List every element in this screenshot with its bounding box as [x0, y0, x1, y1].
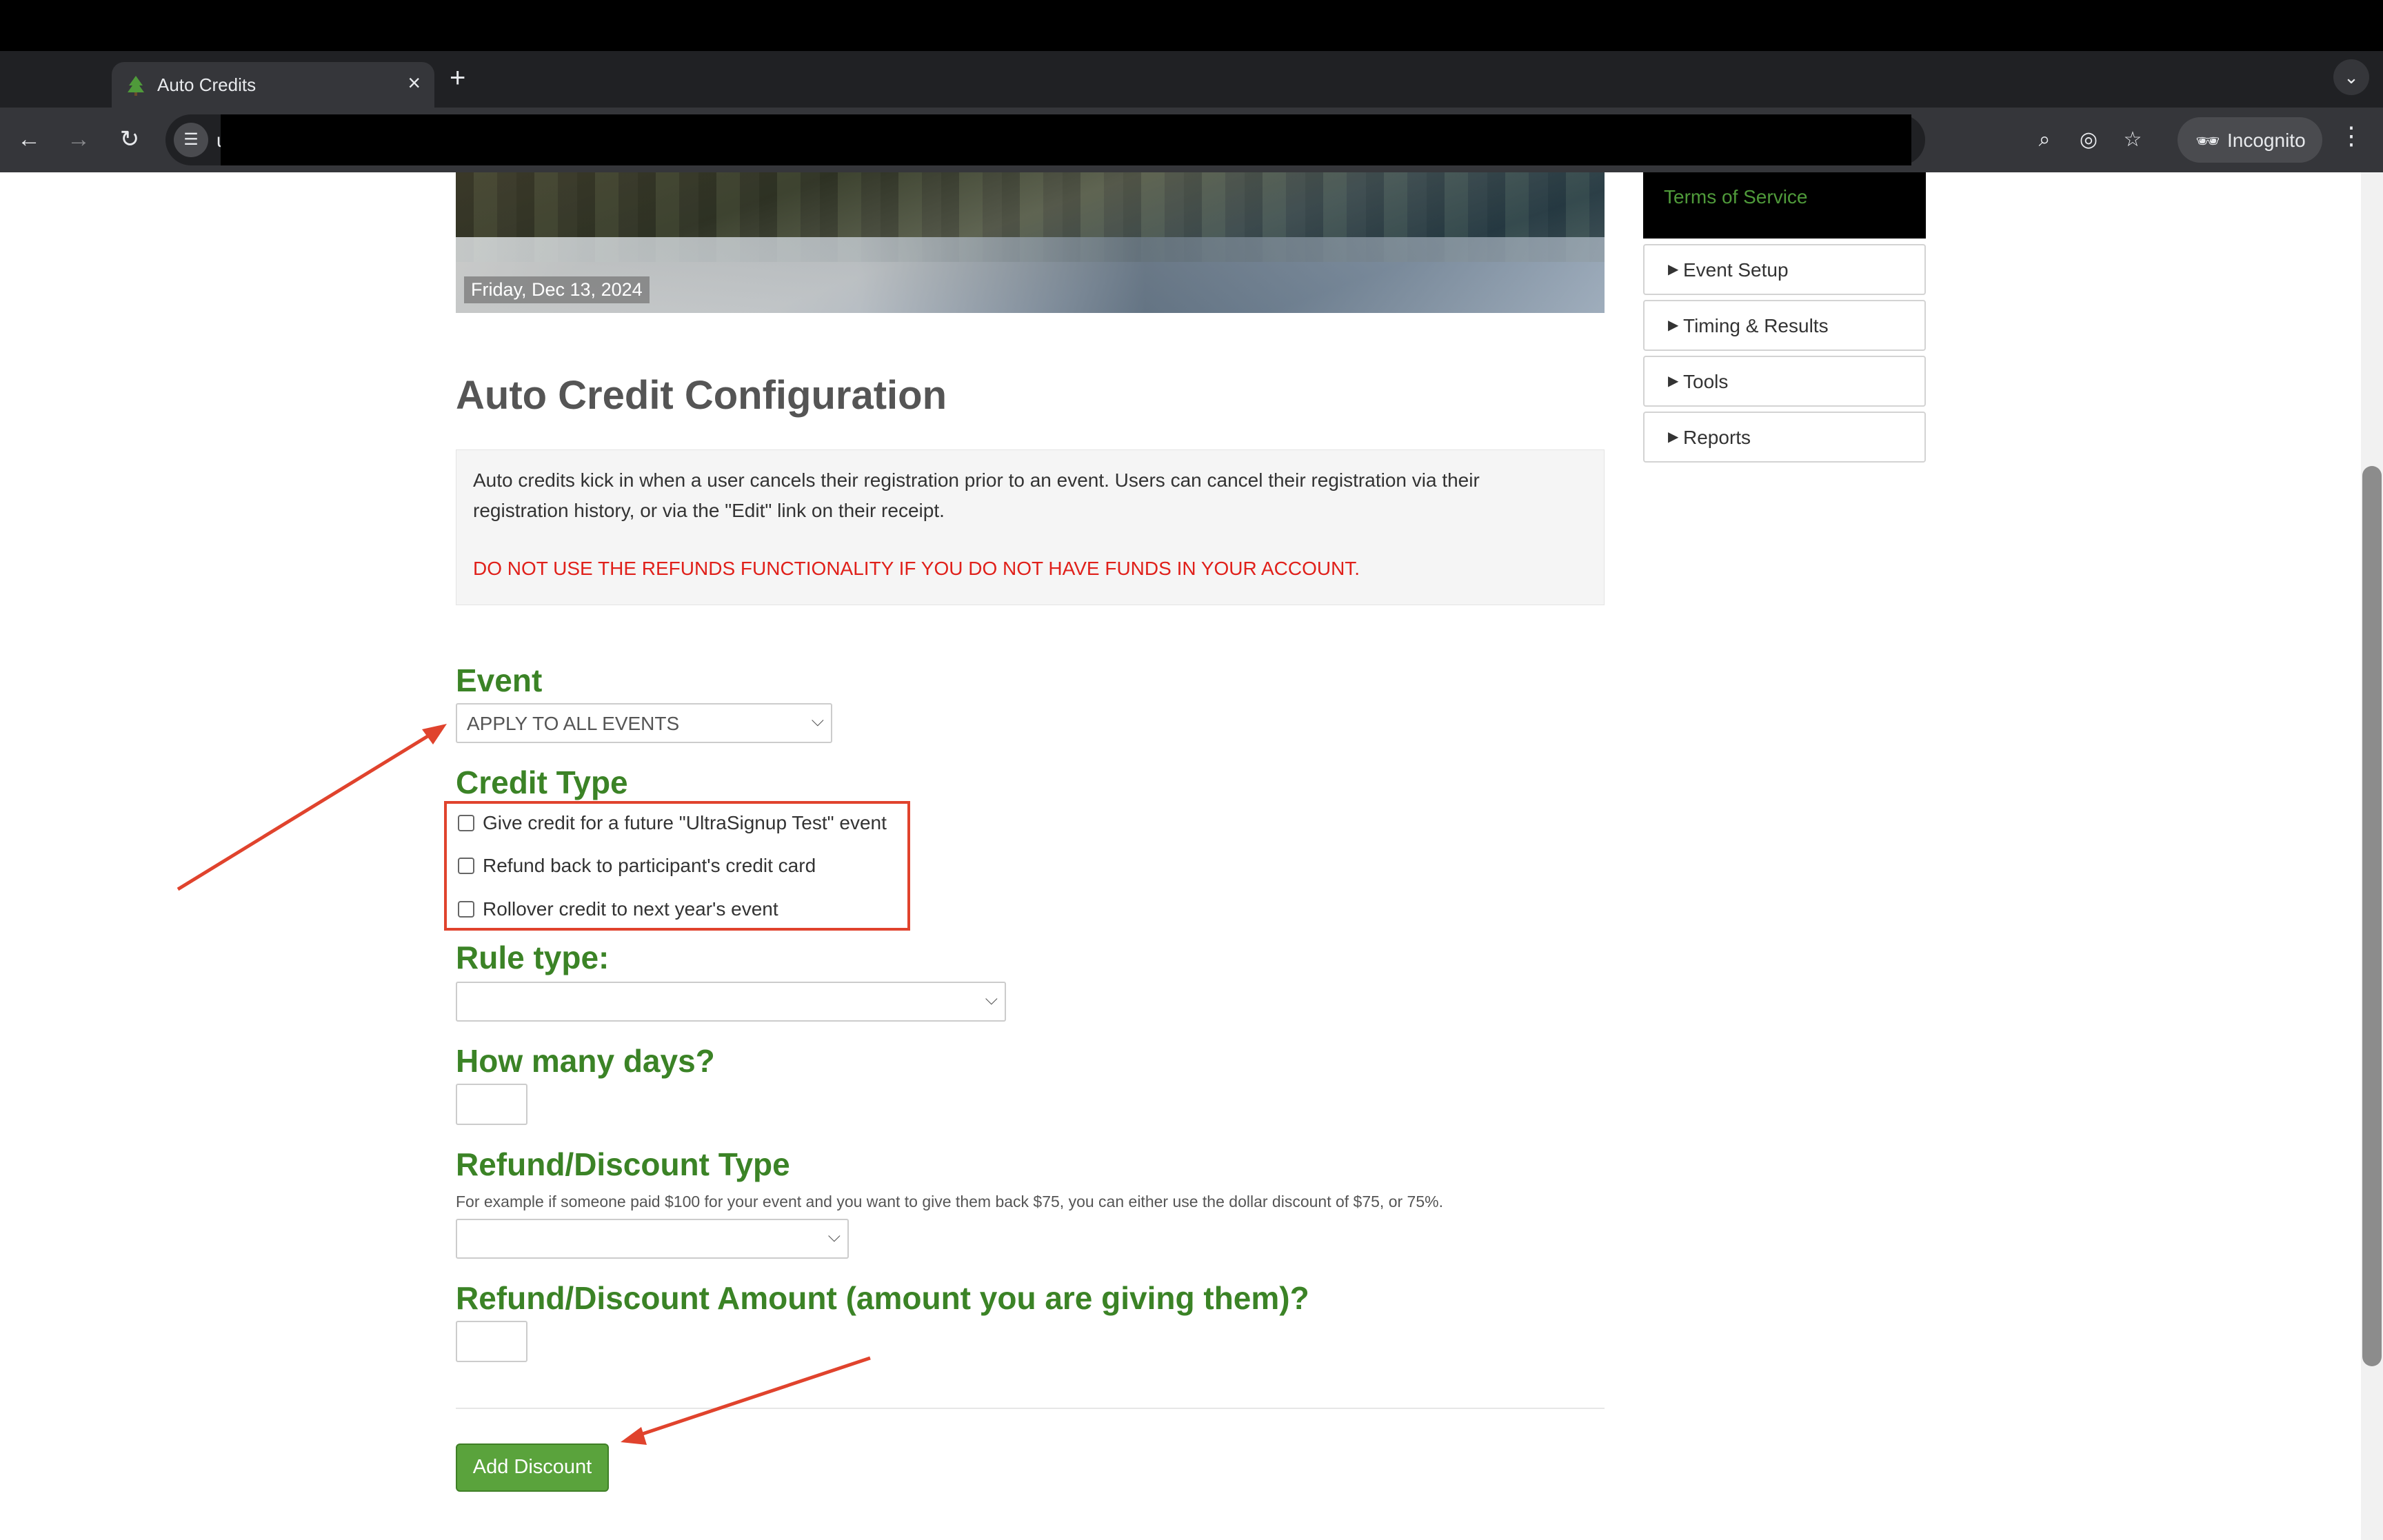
- eye-slash-icon[interactable]: ◎: [2073, 124, 2104, 156]
- tab-title: Auto Credits: [157, 74, 257, 95]
- event-select-value: APPLY TO ALL EVENTS: [467, 713, 680, 734]
- funds-warning: DO NOT USE THE REFUNDS FUNCTIONALITY IF …: [473, 558, 1360, 579]
- annotation-arrow-button: [621, 1356, 871, 1445]
- zoom-icon[interactable]: ⌕: [2029, 124, 2060, 156]
- event-banner-image: Friday, Dec 13, 2024: [456, 172, 1605, 313]
- sidebar-item-timing-results[interactable]: ▶ Timing & Results: [1643, 300, 1926, 351]
- chevron-down-icon: ⌵: [985, 990, 998, 1009]
- days-input[interactable]: [456, 1084, 527, 1125]
- page-scrollbar-thumb[interactable]: [2362, 466, 2382, 1366]
- forward-button[interactable]: →: [61, 121, 97, 157]
- chevron-down-icon: ⌵: [827, 1227, 841, 1246]
- event-heading: Event: [456, 662, 543, 698]
- rule-type-heading: Rule type:: [456, 940, 610, 975]
- sidebar-terms-box: Terms of Service: [1643, 172, 1926, 239]
- days-heading: How many days?: [456, 1043, 715, 1079]
- rule-type-select[interactable]: ⌵: [456, 982, 1006, 1022]
- incognito-icon: 🕶: [2195, 130, 2220, 152]
- event-select[interactable]: APPLY TO ALL EVENTS ⌵: [456, 703, 832, 743]
- amount-heading: Refund/Discount Amount (amount you are g…: [456, 1280, 1309, 1316]
- form-divider: [456, 1408, 1605, 1409]
- browser-tab[interactable]: Auto Credits ×: [112, 62, 434, 108]
- back-button[interactable]: ←: [11, 121, 47, 157]
- sidebar-item-label: Timing & Results: [1683, 315, 1829, 336]
- page-title: Auto Credit Configuration: [456, 373, 947, 418]
- banner-date: Friday, Dec 13, 2024: [464, 276, 650, 303]
- discount-type-help: For example if someone paid $100 for you…: [456, 1193, 1443, 1210]
- notice-text: Auto credits kick in when a user cancels…: [473, 469, 1480, 521]
- browser-menu-button[interactable]: ⋮: [2339, 121, 2364, 150]
- discount-type-select[interactable]: ⌵: [456, 1219, 849, 1259]
- screen-top-bar: [0, 0, 2383, 51]
- sidebar-item-label: Reports: [1683, 427, 1751, 448]
- caret-right-icon: ▶: [1668, 262, 1679, 277]
- annotation-highlight-box: [444, 801, 910, 931]
- info-notice: Auto credits kick in when a user cancels…: [456, 449, 1605, 605]
- reload-button[interactable]: ↻: [112, 121, 148, 157]
- caret-right-icon: ▶: [1668, 429, 1679, 445]
- star-icon[interactable]: ☆: [2117, 124, 2149, 156]
- sidebar-item-reports[interactable]: ▶ Reports: [1643, 412, 1926, 463]
- sidebar-item-tools[interactable]: ▶ Tools: [1643, 356, 1926, 407]
- new-tab-button[interactable]: +: [450, 62, 465, 94]
- chevron-down-icon: ⌵: [811, 711, 824, 730]
- url-redaction: [221, 114, 1911, 165]
- credit-type-heading: Credit Type: [456, 764, 628, 800]
- terms-of-service-link[interactable]: Terms of Service: [1664, 186, 1808, 208]
- sidebar-item-label: Event Setup: [1683, 259, 1789, 281]
- caret-right-icon: ▶: [1668, 374, 1679, 389]
- caret-right-icon: ▶: [1668, 318, 1679, 333]
- incognito-label: Incognito: [2227, 130, 2306, 151]
- amount-input[interactable]: [456, 1321, 527, 1362]
- add-discount-button[interactable]: Add Discount: [456, 1443, 609, 1492]
- discount-type-heading: Refund/Discount Type: [456, 1146, 790, 1182]
- annotation-arrow-event: [177, 724, 447, 891]
- incognito-badge[interactable]: 🕶 Incognito: [2178, 117, 2322, 163]
- sidebar-item-label: Tools: [1683, 371, 1729, 392]
- site-info-icon[interactable]: ☰: [174, 123, 208, 157]
- tab-close-icon[interactable]: ×: [408, 70, 421, 96]
- tree-favicon-icon: [128, 76, 144, 96]
- sidebar-item-event-setup[interactable]: ▶ Event Setup: [1643, 244, 1926, 295]
- tab-search-button[interactable]: ⌄: [2333, 59, 2369, 95]
